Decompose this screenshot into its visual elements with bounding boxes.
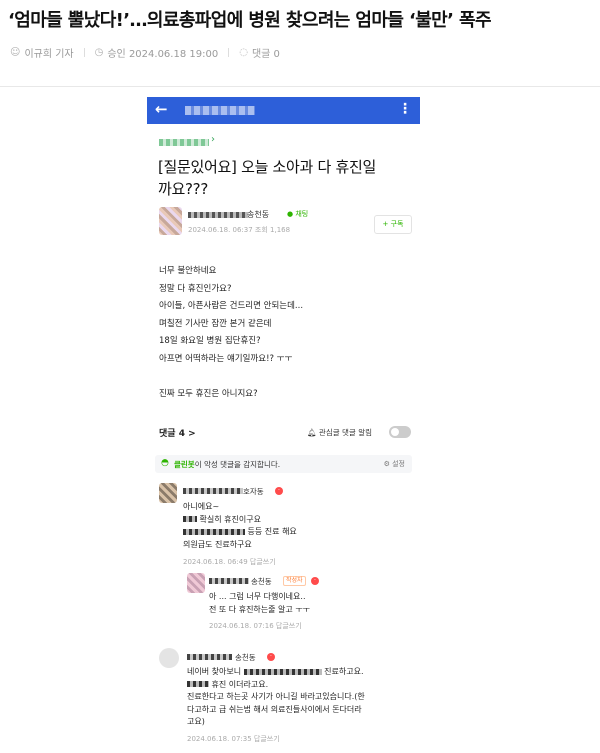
cafe-post-screenshot: ← ⋮ › [질문있어요] 오늘 소아과 다 휴진일 까요??? 송천동 ● 채… — [147, 97, 420, 753]
app-bar: ← ⋮ — [147, 97, 420, 124]
comment-icon: ◌ — [239, 47, 248, 58]
level-badge: · — [275, 487, 283, 495]
comment-count-link[interactable]: 댓글 4 > — [159, 426, 196, 439]
post-body: 너무 불안하네요 정말 다 휴진인가요? 아이들, 아픈사람은 건드리면 안되는… — [159, 266, 304, 400]
comment-meta[interactable]: 2024.06.18. 07:16 답글쓰기 — [209, 621, 302, 631]
person-icon: ☺ — [10, 47, 21, 58]
blurred-commenter-name — [187, 654, 232, 660]
blurred-commenter-name — [183, 488, 243, 494]
blurred-commenter-name — [209, 578, 249, 584]
commenter-name[interactable]: 호자동 — [243, 486, 264, 497]
comments-bar: 댓글 4 > 🔔︎ 관심글 댓글 알림 — [159, 426, 411, 440]
cleanbot-banner: ◓ 클린봇이 악성 댓글을 감지합니다. ⚙ 설정 — [155, 455, 412, 473]
comment-text: 아니에요~ 확실히 휴진이구요 등등 진료 해요 의원급도 진료하구요 — [183, 502, 297, 549]
blurred-cafe-name — [185, 106, 255, 115]
header-divider — [0, 86, 600, 87]
post-title: [질문있어요] 오늘 소아과 다 휴진일 까요??? — [158, 158, 376, 198]
comment-alert-label: 🔔︎ 관심글 댓글 알림 — [307, 428, 372, 437]
chevron-right-icon: › — [211, 134, 215, 145]
blurred-text — [183, 528, 245, 535]
commenter-name[interactable]: 송천동 — [235, 652, 256, 663]
blurred-text — [187, 681, 209, 688]
blurred-board-name[interactable] — [159, 139, 209, 146]
blurred-text — [183, 516, 197, 523]
blurred-text — [243, 668, 322, 675]
author-badge: 작성자 — [283, 576, 306, 586]
comment-text: 아 ... 그럼 너무 다행이네요.. 전 또 다 휴진하는줄 알고 ㅜㅜ — [209, 592, 311, 614]
avatar[interactable] — [187, 573, 205, 593]
more-vertical-icon[interactable]: ⋮ — [398, 101, 412, 117]
post-author[interactable]: 송천동 — [247, 209, 269, 220]
divider — [228, 48, 230, 57]
blurred-author-name — [188, 212, 248, 218]
follow-button[interactable]: + 구독 — [374, 215, 412, 234]
avatar[interactable] — [159, 207, 182, 235]
level-badge: · — [267, 653, 275, 661]
post-info: 2024.06.18. 06:37 조회 1,168 — [188, 226, 291, 234]
comment-alert-toggle[interactable] — [389, 426, 411, 438]
bell-icon: 🔔︎ — [307, 428, 317, 437]
back-arrow-icon[interactable]: ← — [155, 100, 168, 118]
article-headline: ‘엄마들 뿔났다!’…의료총파업에 병원 찾으려는 엄마들 ‘불만’ 폭주 — [8, 10, 492, 31]
avatar[interactable] — [159, 648, 179, 668]
article-meta: ☺ 이규희 기자 ◷ 승인 2024.06.18 19:00 ◌ 댓글 0 — [10, 45, 280, 60]
comment-meta[interactable]: 2024.06.18. 06:49 답글쓰기 — [183, 557, 276, 567]
avatar[interactable] — [159, 483, 177, 503]
comment-meta[interactable]: 2024.06.18. 07:35 답글쓰기 — [187, 734, 280, 744]
cleanbot-icon: ◓ — [161, 458, 169, 468]
clock-icon: ◷ — [94, 47, 104, 58]
author-grade-badge: ● 채팅 — [287, 210, 309, 218]
article-approved-time: 승인 2024.06.18 19:00 — [107, 49, 219, 60]
divider — [83, 48, 85, 57]
level-badge: · — [311, 577, 319, 585]
article-comment-count[interactable]: 댓글 0 — [252, 45, 280, 60]
article-author: 이규희 기자 — [24, 49, 74, 60]
cleanbot-text: 클린봇이 악성 댓글을 감지합니다. — [174, 460, 281, 469]
comment-text: 네이버 찾아보니 진료하고요. 휴진 이더라고요. 진료한다고 하는곳 사기가 아… — [187, 667, 365, 727]
commenter-name[interactable]: 송천동 — [251, 576, 272, 587]
cleanbot-settings[interactable]: ⚙ 설정 — [384, 459, 405, 469]
